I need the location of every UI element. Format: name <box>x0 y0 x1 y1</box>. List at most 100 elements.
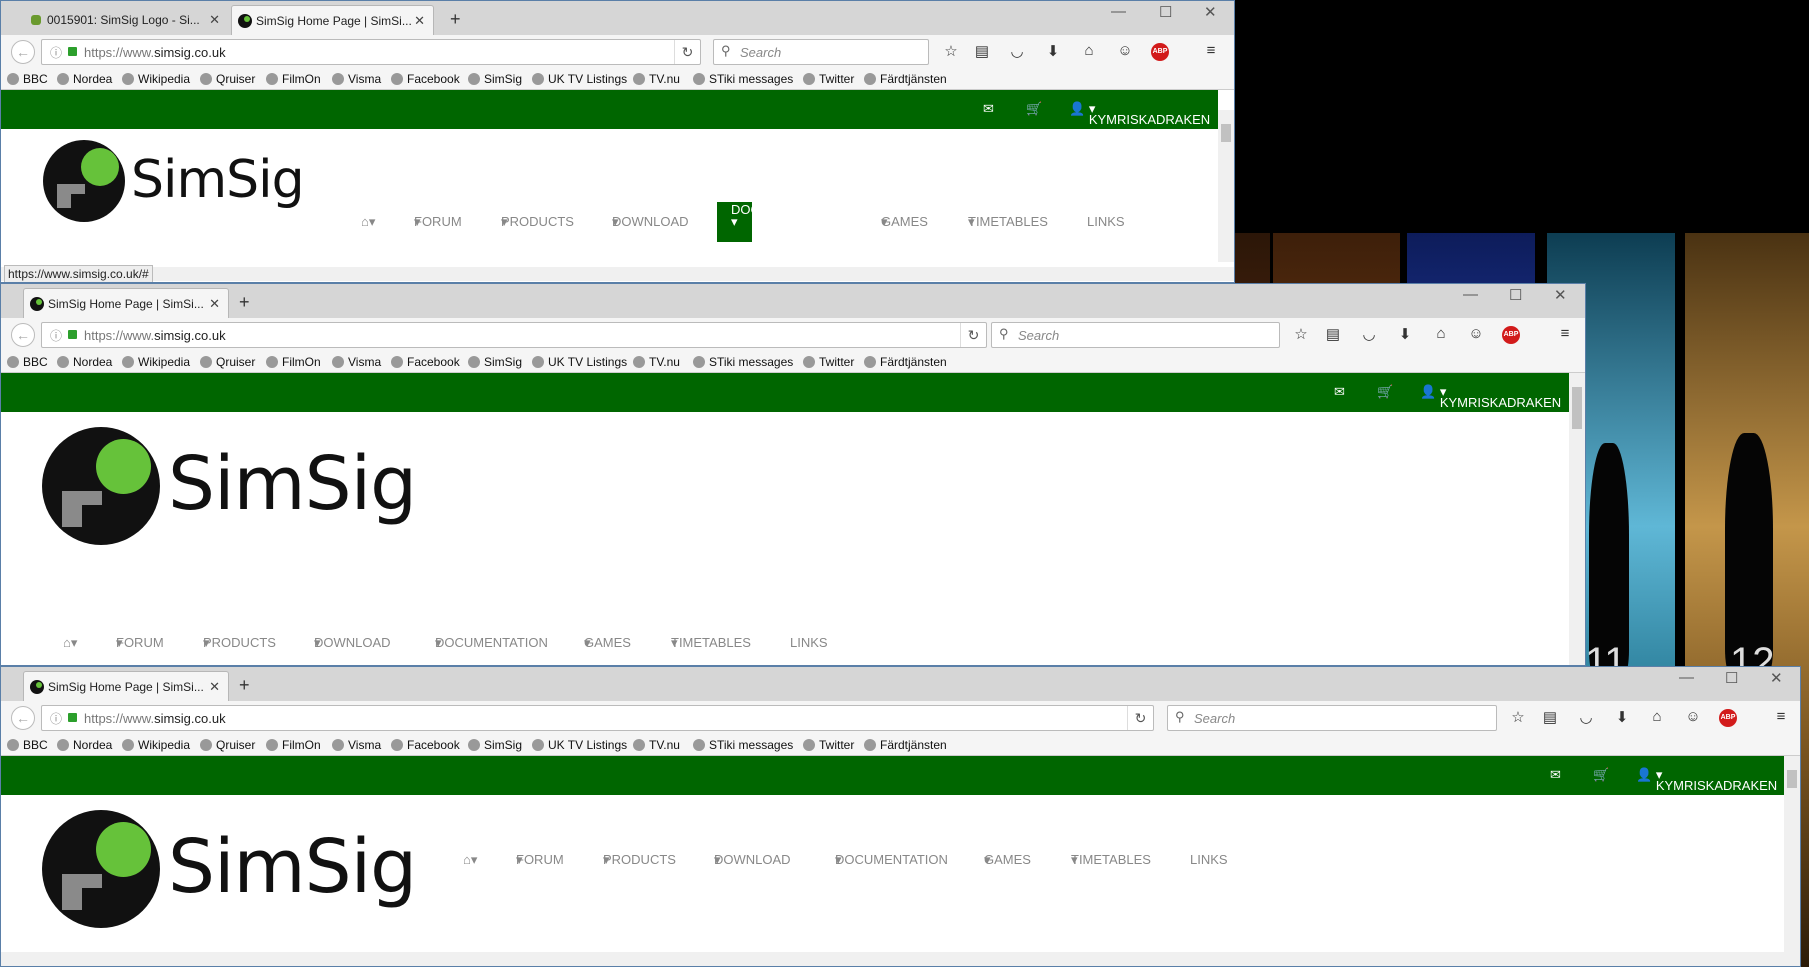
bookmark-item[interactable]: Twitter <box>803 355 854 369</box>
minimize-button[interactable]: — <box>1463 286 1478 303</box>
bookmark-item[interactable]: Visma <box>332 355 381 369</box>
download-icon[interactable]: ⬇ <box>1395 325 1415 343</box>
tab-simsig-home[interactable]: SimSig Home Page | SimSi... ✕ <box>23 288 229 318</box>
bookmark-item[interactable]: Visma <box>332 72 381 86</box>
back-button[interactable]: ← <box>11 323 35 347</box>
close-tab-icon[interactable]: ✕ <box>209 289 220 318</box>
search-field[interactable]: ⚲ Search <box>1167 705 1497 731</box>
adblock-icon[interactable]: ABP <box>1502 326 1520 344</box>
bookmark-item[interactable]: Färdtjänsten <box>864 355 947 369</box>
vertical-scrollbar[interactable] <box>1218 110 1234 262</box>
nav-documentation[interactable]: DOCUMENTATION ▾ <box>717 202 844 242</box>
nav-products[interactable]: PRODUCTS ▾ <box>501 214 574 230</box>
bookmark-item[interactable]: Twitter <box>803 72 854 86</box>
back-button[interactable]: ← <box>11 706 35 730</box>
nav-games[interactable]: GAMES ▾ <box>881 214 928 230</box>
url-bar[interactable]: ⓘ https://www.simsig.co.uk ↻ <box>41 39 701 65</box>
scroll-thumb[interactable] <box>1221 124 1231 142</box>
cart-icon[interactable]: 🛒 <box>1026 101 1042 117</box>
search-field[interactable]: ⚲ Search <box>991 322 1280 348</box>
bookmark-item[interactable]: Qruiser <box>200 72 255 86</box>
cart-icon[interactable]: 🛒 <box>1377 384 1393 400</box>
tab-simsig-logo[interactable]: 0015901: SimSig Logo - Si... ✕ <box>23 5 228 35</box>
menu-icon[interactable]: ≡ <box>1201 42 1221 59</box>
user-menu[interactable]: 👤 KYMRISKADRAKEN ▾ <box>1069 101 1210 127</box>
close-tab-icon[interactable]: ✕ <box>209 672 220 701</box>
nav-forum[interactable]: FORUM ▾ <box>516 852 564 868</box>
home-icon[interactable]: ⌂ <box>1647 708 1667 725</box>
bookmark-item[interactable]: BBC <box>7 72 48 86</box>
scroll-thumb[interactable] <box>1572 387 1582 429</box>
adblock-icon[interactable]: ABP <box>1719 709 1737 727</box>
close-tab-icon[interactable]: ✕ <box>414 6 425 35</box>
minimize-button[interactable]: — <box>1679 669 1694 686</box>
bookmark-item[interactable]: STiki messages <box>693 738 793 752</box>
bookmark-item[interactable]: Wikipedia <box>122 355 190 369</box>
adblock-icon[interactable]: ABP <box>1151 43 1169 61</box>
nav-products[interactable]: PRODUCTS ▾ <box>203 635 276 651</box>
bookmark-item[interactable]: SimSig <box>468 72 522 86</box>
nav-timetables[interactable]: TIMETABLES ▾ <box>671 635 751 651</box>
nav-home-icon[interactable]: ⌂▾ <box>463 852 477 868</box>
bookmark-item[interactable]: Facebook <box>391 72 460 86</box>
minimize-button[interactable]: — <box>1111 3 1126 20</box>
bookmark-star-icon[interactable]: ☆ <box>1508 708 1528 726</box>
maximize-button[interactable]: ☐ <box>1159 3 1172 21</box>
bookmark-item[interactable]: Nordea <box>57 355 112 369</box>
bookmark-item[interactable]: UK TV Listings <box>532 72 627 86</box>
vertical-scrollbar[interactable] <box>1784 756 1800 952</box>
vertical-scrollbar[interactable] <box>1569 373 1585 665</box>
download-icon[interactable]: ⬇ <box>1043 42 1063 60</box>
user-menu[interactable]: 👤 KYMRISKADRAKEN ▾ <box>1420 384 1561 410</box>
site-logo[interactable]: SimSig <box>43 140 305 225</box>
search-field[interactable]: ⚲ Search <box>713 39 929 65</box>
reload-icon[interactable]: ↻ <box>960 323 986 347</box>
emoji-icon[interactable]: ☺ <box>1466 325 1486 342</box>
maximize-button[interactable]: ☐ <box>1509 286 1522 304</box>
mail-icon[interactable]: ✉ <box>983 101 994 117</box>
new-tab-button[interactable]: + <box>239 675 250 696</box>
bookmark-item[interactable]: FilmOn <box>266 72 321 86</box>
bookmark-item[interactable]: TV.nu <box>633 72 680 86</box>
bookmark-item[interactable]: TV.nu <box>633 738 680 752</box>
bookmark-item[interactable]: FilmOn <box>266 355 321 369</box>
reading-list-icon[interactable]: ▤ <box>1323 325 1343 343</box>
mail-icon[interactable]: ✉ <box>1334 384 1345 400</box>
cart-icon[interactable]: 🛒 <box>1593 767 1609 783</box>
bookmark-item[interactable]: Qruiser <box>200 738 255 752</box>
reading-list-icon[interactable]: ▤ <box>972 42 992 60</box>
emoji-icon[interactable]: ☺ <box>1115 42 1135 59</box>
horizontal-scrollbar[interactable] <box>1 267 1234 281</box>
nav-links[interactable]: LINKS <box>1190 852 1228 867</box>
bookmark-item[interactable]: BBC <box>7 738 48 752</box>
bookmark-item[interactable]: Facebook <box>391 738 460 752</box>
maximize-button[interactable]: ☐ <box>1725 669 1738 687</box>
new-tab-button[interactable]: + <box>239 292 250 313</box>
menu-icon[interactable]: ≡ <box>1771 708 1791 725</box>
bookmark-item[interactable]: Visma <box>332 738 381 752</box>
info-icon[interactable]: ⓘ <box>50 44 62 61</box>
horizontal-scrollbar[interactable] <box>1 952 1800 966</box>
back-button[interactable]: ← <box>11 40 35 64</box>
info-icon[interactable]: ⓘ <box>50 710 62 727</box>
site-logo[interactable]: SimSig <box>42 427 417 547</box>
scroll-thumb[interactable] <box>1787 770 1797 788</box>
nav-timetables[interactable]: TIMETABLES ▾ <box>1071 852 1151 868</box>
new-tab-button[interactable]: + <box>450 9 461 30</box>
url-bar[interactable]: ⓘ https://www.simsig.co.uk ↻ <box>41 705 1154 731</box>
bookmark-item[interactable]: Twitter <box>803 738 854 752</box>
site-logo[interactable]: SimSig <box>42 810 417 930</box>
reload-icon[interactable]: ↻ <box>674 40 700 64</box>
bookmark-item[interactable]: SimSig <box>468 738 522 752</box>
nav-products[interactable]: PRODUCTS ▾ <box>603 852 676 868</box>
bookmark-item[interactable]: Facebook <box>391 355 460 369</box>
pocket-icon[interactable]: ◡ <box>1359 325 1379 343</box>
nav-home-icon[interactable]: ⌂▾ <box>361 214 375 230</box>
bookmark-item[interactable]: UK TV Listings <box>532 738 627 752</box>
nav-links[interactable]: LINKS <box>1087 214 1125 229</box>
download-icon[interactable]: ⬇ <box>1612 708 1632 726</box>
nav-timetables[interactable]: TIMETABLES ▾ <box>968 214 1048 230</box>
nav-games[interactable]: GAMES ▾ <box>984 852 1031 868</box>
emoji-icon[interactable]: ☺ <box>1683 708 1703 725</box>
pocket-icon[interactable]: ◡ <box>1576 708 1596 726</box>
